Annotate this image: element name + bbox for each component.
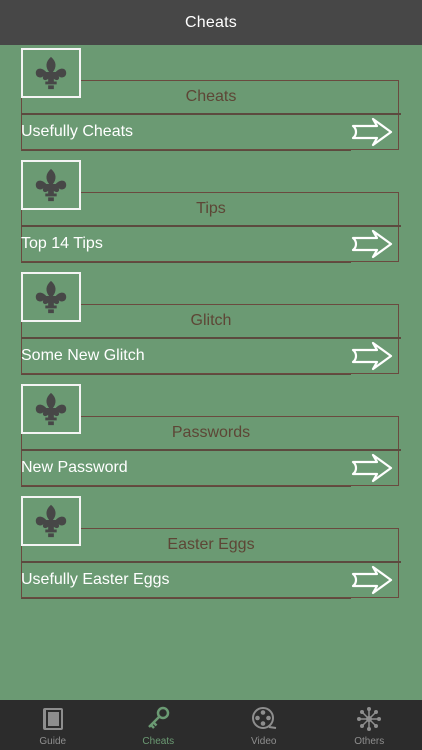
page-title: Cheats	[185, 13, 237, 31]
fleur-de-lis-icon	[21, 496, 81, 546]
fleur-de-lis-icon	[21, 160, 81, 210]
arrow-right-icon[interactable]	[351, 340, 393, 372]
card-subtitle-label: Usefully Cheats	[21, 123, 134, 140]
tab-others[interactable]: Others	[317, 700, 422, 750]
divider	[21, 598, 351, 599]
tab-label: Cheats	[142, 736, 175, 747]
fleur-de-lis-icon	[21, 272, 81, 322]
network-icon	[357, 707, 382, 731]
menu-card-tips[interactable]: Tips Top 14 Tips	[21, 160, 401, 264]
arrow-right-icon[interactable]	[351, 564, 393, 596]
card-category-label: Tips	[196, 200, 226, 217]
tab-label: Others	[354, 736, 385, 747]
divider	[21, 262, 351, 263]
menu-card-cheats[interactable]: Cheats Usefully Cheats	[21, 48, 401, 152]
fleur-de-lis-icon	[21, 384, 81, 434]
card-category-label: Passwords	[171, 424, 251, 441]
card-category-label: Glitch	[190, 312, 232, 329]
card-category-label: Easter Eggs	[167, 536, 255, 553]
divider	[21, 337, 401, 339]
divider	[21, 113, 401, 115]
divider	[21, 225, 401, 227]
card-subtitle-label: Top 14 Tips	[21, 235, 103, 252]
divider	[21, 449, 401, 451]
tab-label: Video	[251, 736, 277, 747]
nav-bar: Cheats	[0, 0, 422, 45]
divider	[21, 374, 351, 375]
book-icon	[42, 708, 63, 730]
menu-card-glitch[interactable]: Glitch Some New Glitch	[21, 272, 401, 376]
tab-cheats[interactable]: Cheats	[106, 700, 212, 750]
arrow-right-icon[interactable]	[351, 452, 393, 484]
tab-label: Guide	[39, 736, 67, 747]
tab-bar: Guide Cheats Video Others	[0, 700, 422, 750]
arrow-right-icon[interactable]	[351, 116, 393, 148]
menu-card-passwords[interactable]: Passwords New Password	[21, 384, 401, 488]
tab-video[interactable]: Video	[211, 700, 317, 750]
tab-guide[interactable]: Guide	[0, 700, 106, 750]
card-subtitle-label: Some New Glitch	[21, 347, 145, 364]
divider	[21, 150, 351, 151]
key-icon	[148, 706, 170, 729]
arrow-right-icon[interactable]	[351, 228, 393, 260]
divider	[21, 486, 351, 487]
menu-card-easter-eggs[interactable]: Easter Eggs Usefully Easter Eggs	[21, 496, 401, 600]
film-reel-icon	[251, 707, 276, 729]
card-subtitle-label: New Password	[21, 459, 128, 476]
card-category-label: Cheats	[185, 88, 237, 105]
card-subtitle-label: Usefully Easter Eggs	[21, 571, 170, 588]
divider	[21, 561, 401, 563]
fleur-de-lis-icon	[21, 48, 81, 98]
